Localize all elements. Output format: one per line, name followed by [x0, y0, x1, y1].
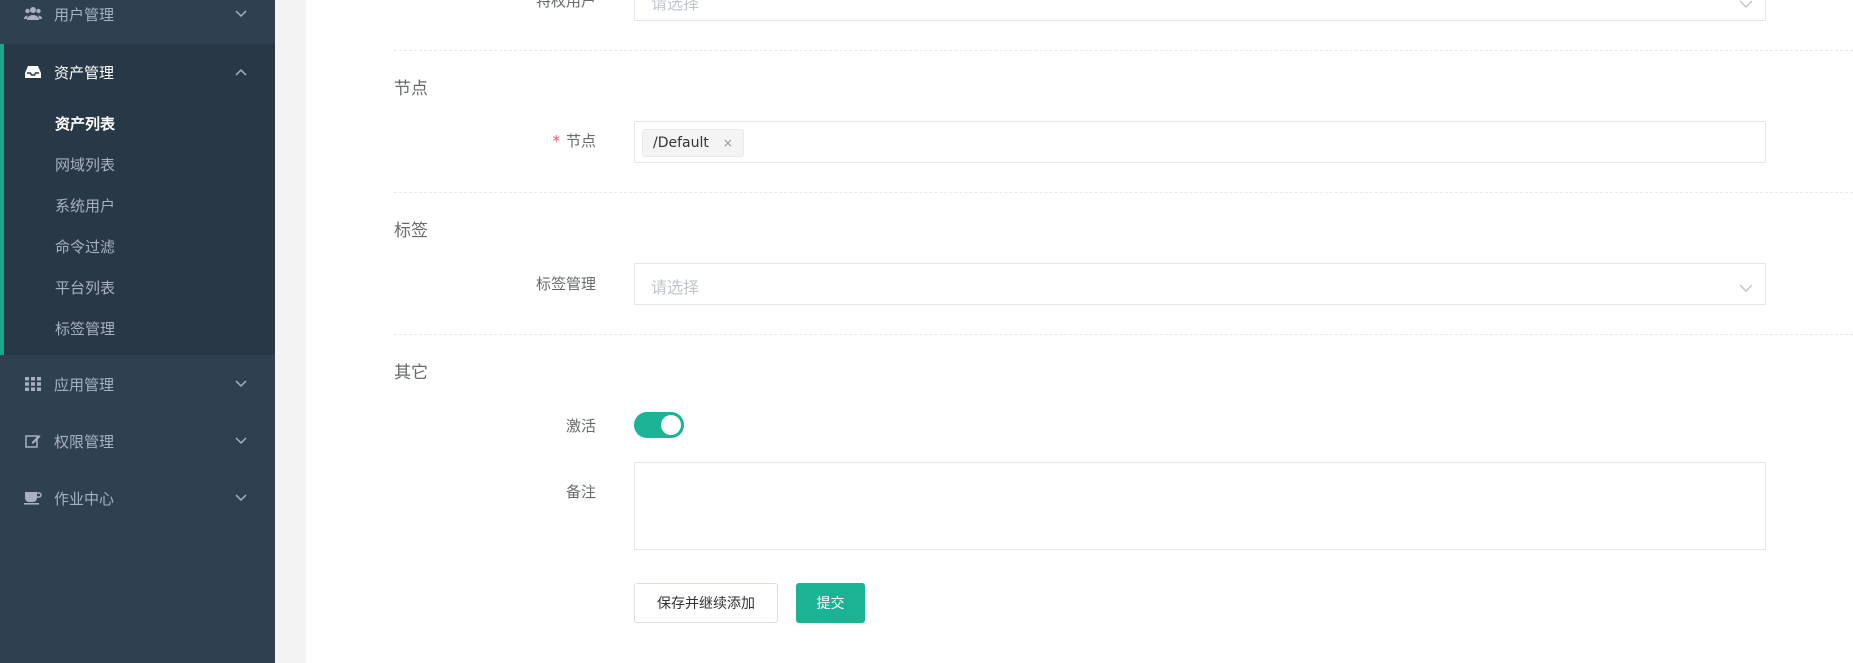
- main-content: 特权用户 请选择 节点 * 节点 /Default × 标签 标签管理 请选择: [275, 0, 1853, 663]
- tag-remove-icon[interactable]: ×: [723, 136, 733, 150]
- field-label-label-mgmt: 标签管理: [535, 275, 596, 293]
- section-title-node: 节点: [394, 79, 428, 99]
- field-label-node: * 节点: [416, 130, 596, 151]
- tag-label: /Default: [653, 135, 709, 151]
- field-label-comment: 备注: [565, 483, 596, 501]
- sidebar-item-label: 用户管理: [54, 5, 115, 24]
- chevron-down-icon: [1739, 278, 1755, 294]
- toggle-knob: [661, 415, 681, 435]
- sidebar-item-label: 权限管理: [54, 432, 115, 451]
- section-divider: [394, 334, 1853, 335]
- sidebar-item-label: 应用管理: [54, 375, 115, 394]
- edit-icon: [24, 432, 42, 450]
- sidebar-item-app-mgmt[interactable]: 应用管理: [0, 364, 275, 404]
- sidebar-subitem-asset-list[interactable]: 资产列表: [55, 114, 115, 134]
- sidebar-subitem-platform-list[interactable]: 平台列表: [55, 278, 115, 298]
- chevron-down-icon: [1739, 0, 1755, 10]
- node-select[interactable]: /Default ×: [634, 121, 1766, 163]
- grid-icon: [24, 375, 42, 393]
- sidebar-item-label: 作业中心: [54, 489, 115, 508]
- section-divider: [394, 50, 1853, 51]
- chevron-down-icon: [233, 376, 249, 392]
- section-title-other: 其它: [394, 363, 428, 383]
- active-toggle[interactable]: [634, 412, 684, 438]
- privileged-user-select[interactable]: 请选择: [634, 0, 1766, 21]
- coffee-icon: [24, 489, 42, 507]
- chevron-down-icon: [233, 433, 249, 449]
- inbox-icon: [24, 63, 42, 81]
- sidebar-subitem-command-filter[interactable]: 命令过滤: [55, 237, 115, 257]
- sidebar-subitem-domain-list[interactable]: 网域列表: [55, 155, 115, 175]
- sidebar-item-label: 资产管理: [54, 63, 115, 82]
- submit-button[interactable]: 提交: [796, 583, 865, 623]
- chevron-up-icon: [233, 64, 249, 80]
- sidebar-item-ops-center[interactable]: 作业中心: [0, 478, 275, 518]
- sidebar-subitem-system-user[interactable]: 系统用户: [55, 196, 115, 216]
- selected-tag: /Default ×: [642, 129, 744, 157]
- save-and-continue-button[interactable]: 保存并继续添加: [634, 583, 778, 623]
- chevron-down-icon: [233, 6, 249, 22]
- users-icon: [24, 5, 42, 23]
- field-label-text: 节点: [565, 132, 596, 150]
- select-placeholder: 请选择: [651, 278, 700, 297]
- required-mark: *: [552, 132, 560, 150]
- sidebar-item-asset-mgmt[interactable]: 资产管理: [0, 52, 275, 92]
- field-label-privileged-user: 特权用户: [535, 0, 596, 10]
- comment-textarea[interactable]: [634, 462, 1766, 550]
- section-title-label: 标签: [394, 221, 428, 241]
- label-select[interactable]: 请选择: [634, 263, 1766, 305]
- sidebar-item-perm-mgmt[interactable]: 权限管理: [0, 421, 275, 461]
- select-placeholder: 请选择: [651, 0, 700, 13]
- form-panel: 特权用户 请选择 节点 * 节点 /Default × 标签 标签管理 请选择: [306, 0, 1853, 663]
- sidebar: 用户管理 资产管理 资产列表 网域列表 系统用户 命令过滤 平台列表 标签管理 …: [0, 0, 275, 663]
- chevron-down-icon: [233, 490, 249, 506]
- section-divider: [394, 192, 1853, 193]
- sidebar-subitem-label-mgmt[interactable]: 标签管理: [55, 319, 115, 339]
- sidebar-item-user-mgmt[interactable]: 用户管理: [0, 0, 275, 34]
- sidebar-active-group: 资产管理 资产列表 网域列表 系统用户 命令过滤 平台列表 标签管理: [0, 44, 275, 355]
- field-label-active: 激活: [565, 417, 596, 435]
